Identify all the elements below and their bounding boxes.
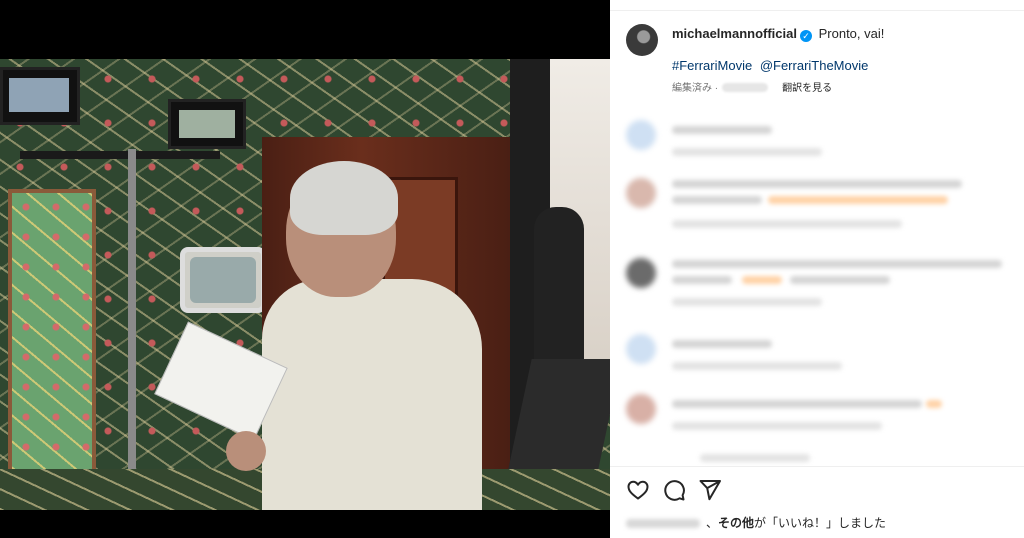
- light-stand: [128, 149, 136, 479]
- comment-icon[interactable]: [662, 478, 686, 502]
- likes-others-link[interactable]: その他: [718, 516, 754, 530]
- man-hand: [226, 431, 266, 471]
- comments-list[interactable]: [610, 108, 1024, 466]
- comment-avatar[interactable]: [626, 178, 656, 208]
- heart-icon[interactable]: [626, 478, 650, 502]
- monitor-left: [0, 67, 80, 125]
- post-side-panel: michaelmannofficial ✓ Pronto, vai! #Ferra…: [610, 0, 1024, 538]
- liker-name-blurred[interactable]: [626, 519, 700, 528]
- comment-avatar[interactable]: [626, 394, 656, 424]
- monitor-center: [168, 99, 246, 149]
- actions-divider: [610, 466, 1024, 467]
- comment-avatar[interactable]: [626, 334, 656, 364]
- post-photo[interactable]: [0, 59, 610, 510]
- wallpaper-panel: [8, 189, 96, 499]
- comment-mention-blurred: [768, 196, 948, 204]
- avatar[interactable]: [626, 24, 658, 56]
- mention-link[interactable]: @FerrariTheMovie: [760, 58, 869, 73]
- comment-mention-blurred: [742, 276, 782, 284]
- caption-text: Pronto, vai!: [818, 26, 885, 41]
- send-icon[interactable]: [698, 478, 722, 502]
- post-media-panel: [0, 0, 610, 538]
- comment-avatar[interactable]: [626, 258, 656, 288]
- hashtag-link[interactable]: #FerrariMovie: [672, 58, 752, 73]
- comment-text-blurred: [672, 260, 1002, 268]
- comment-text-blurred: [672, 340, 772, 348]
- vintage-tv: [180, 247, 266, 313]
- timestamp-blurred: [722, 83, 769, 92]
- man-shirt: [262, 279, 482, 510]
- comment-text-blurred: [672, 180, 962, 188]
- username-link[interactable]: michaelmannofficial: [672, 26, 797, 41]
- comment-text-blurred: [672, 126, 772, 134]
- comment-text-blurred: [672, 400, 922, 408]
- man-hair: [290, 161, 398, 235]
- monitor-arm: [20, 151, 220, 159]
- comment-text-blurred: [790, 276, 890, 284]
- likes-prefix: 、: [706, 516, 719, 530]
- comment-meta-blurred: [672, 298, 822, 306]
- instagram-post-view: michaelmannofficial ✓ Pronto, vai! #Ferra…: [0, 0, 1024, 538]
- caption-tags: #FerrariMovie @FerrariTheMovie: [672, 58, 872, 74]
- comment-meta-blurred: [672, 362, 842, 370]
- header-divider: [610, 10, 1024, 11]
- comment-text-blurred: [672, 276, 732, 284]
- comment-meta-blurred: [672, 422, 882, 430]
- view-replies-blurred[interactable]: [700, 454, 810, 462]
- likes-summary: 、その他が「いいね！」しました: [626, 515, 886, 531]
- caption-meta: 編集済み · 翻訳を見る: [672, 82, 832, 96]
- comment-emoji-blurred: [926, 400, 942, 408]
- comment-avatar[interactable]: [626, 120, 656, 150]
- see-translation-button[interactable]: 翻訳を見る: [782, 83, 832, 94]
- caption-line: michaelmannofficial ✓ Pronto, vai!: [672, 26, 884, 42]
- likes-suffix: が「いいね！」しました: [754, 516, 887, 530]
- comment-meta-blurred: [672, 220, 902, 228]
- edited-label: 編集済み ·: [672, 83, 719, 94]
- verified-badge-icon: ✓: [799, 30, 812, 42]
- comment-text-blurred: [672, 196, 762, 204]
- comment-meta-blurred: [672, 148, 822, 156]
